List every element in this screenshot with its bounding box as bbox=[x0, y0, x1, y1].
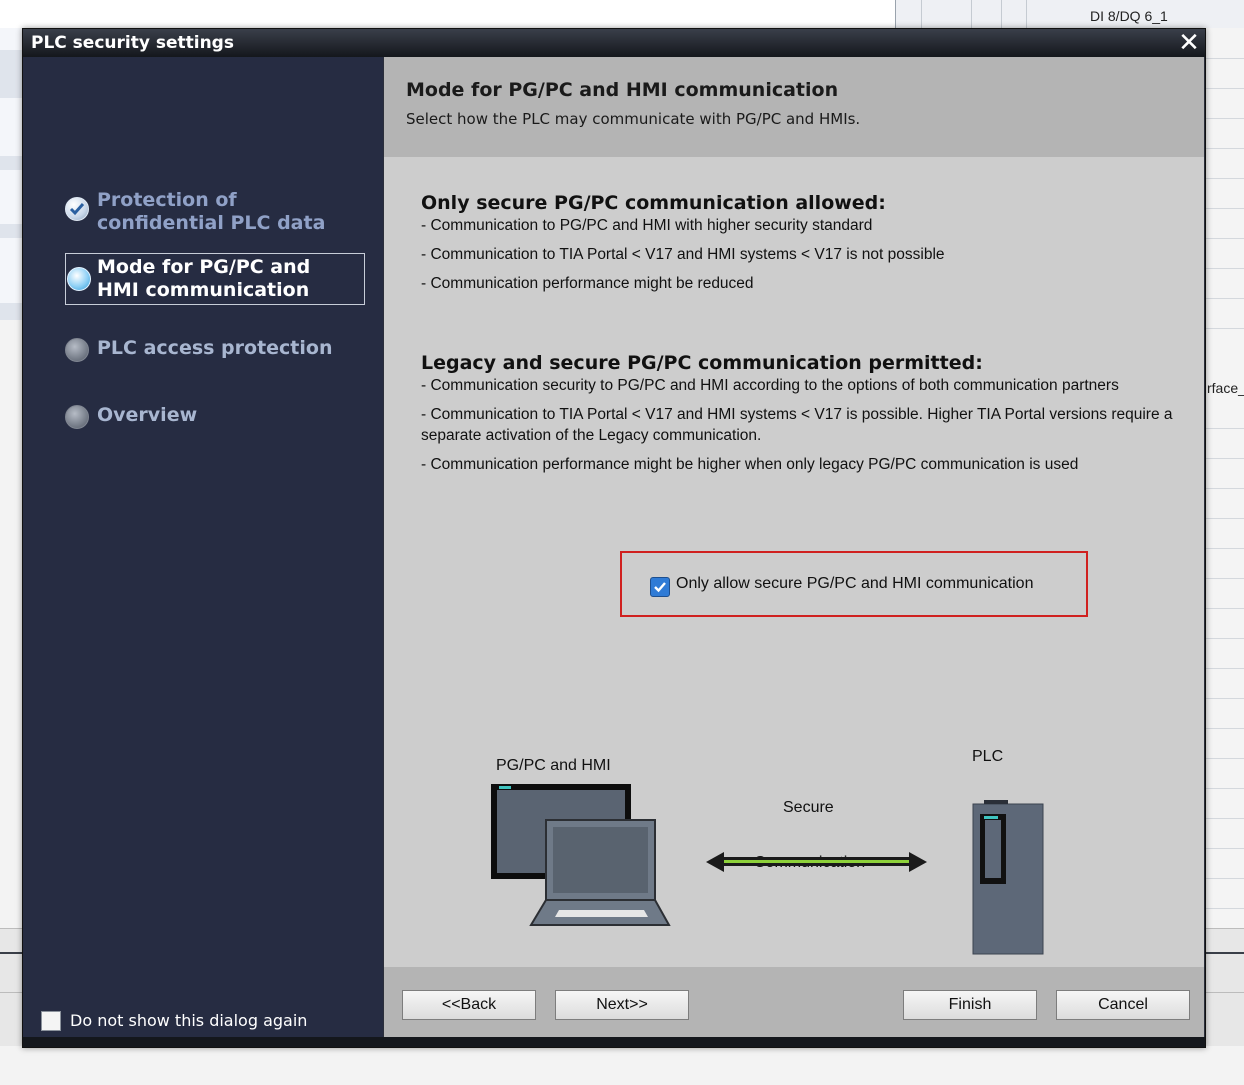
nav-item-label: PLC access protection bbox=[97, 337, 333, 359]
active-step-icon bbox=[67, 267, 91, 291]
secure-line: - Communication to TIA Portal < V17 and … bbox=[421, 246, 945, 263]
wizard-navigation: Protection of confidential PLC data Mode… bbox=[23, 57, 383, 1047]
nav-item-overview[interactable]: Overview bbox=[65, 404, 365, 434]
nav-item-communication-mode[interactable]: Mode for PG/PC and HMI communication bbox=[65, 253, 365, 305]
check-icon bbox=[65, 197, 89, 221]
secure-only-checkbox[interactable] bbox=[650, 577, 670, 597]
back-button[interactable]: <<Back bbox=[402, 990, 536, 1020]
dialog-bottom-strip bbox=[23, 1037, 1205, 1047]
content-panel: Mode for PG/PC and HMI communication Sel… bbox=[384, 57, 1204, 967]
close-button[interactable]: ✕ bbox=[1177, 30, 1201, 56]
background-table-header bbox=[895, 0, 1244, 28]
close-icon: ✕ bbox=[1178, 28, 1200, 58]
secure-only-highlight: Only allow secure PG/PC and HMI communic… bbox=[620, 551, 1088, 617]
dialog-footer: <<Back Next>> Finish Cancel bbox=[384, 967, 1204, 1037]
nav-item-protection[interactable]: Protection of confidential PLC data bbox=[65, 189, 365, 239]
page-title: Mode for PG/PC and HMI communication bbox=[406, 79, 839, 101]
secure-only-label: Only allow secure PG/PC and HMI communic… bbox=[676, 575, 1034, 592]
content-header: Mode for PG/PC and HMI communication Sel… bbox=[384, 57, 1204, 157]
finish-button[interactable]: Finish bbox=[903, 990, 1037, 1020]
pending-step-icon bbox=[65, 405, 89, 429]
dont-show-checkbox[interactable] bbox=[41, 1011, 61, 1031]
legacy-line: - Communication security to PG/PC and HM… bbox=[421, 377, 1119, 394]
secure-communication-arrow bbox=[706, 852, 927, 872]
legacy-section: Legacy and secure PG/PC communication pe… bbox=[421, 352, 1181, 483]
nav-item-label: Protection of confidential PLC data bbox=[97, 189, 326, 234]
background-table-cell: DI 8/DQ 6_1 bbox=[1090, 8, 1168, 24]
dialog-title: PLC security settings bbox=[31, 33, 234, 53]
nav-item-access-protection[interactable]: PLC access protection bbox=[65, 337, 365, 367]
secure-heading: Only secure PG/PC communication allowed: bbox=[421, 192, 886, 214]
cancel-button[interactable]: Cancel bbox=[1056, 990, 1190, 1020]
diagram-graphics bbox=[491, 784, 1044, 955]
legacy-line: - Communication performance might be hig… bbox=[421, 456, 1079, 473]
background-left-panel bbox=[0, 28, 23, 320]
laptop-icon bbox=[529, 819, 671, 926]
nav-item-label: Mode for PG/PC and HMI communication bbox=[97, 256, 311, 301]
secure-line: - Communication performance might be red… bbox=[421, 275, 754, 292]
plc-security-dialog: PLC security settings ✕ Protection of co… bbox=[22, 28, 1206, 1048]
plc-device-icon bbox=[972, 800, 1044, 955]
page-subtitle: Select how the PLC may communicate with … bbox=[406, 110, 861, 128]
background-right-panel bbox=[1204, 28, 1244, 928]
communication-diagram: PG/PC and HMI PLC Secure Communication bbox=[384, 727, 1204, 967]
dialog-titlebar: PLC security settings ✕ bbox=[23, 29, 1205, 57]
pending-step-icon bbox=[65, 338, 89, 362]
nav-item-label: Overview bbox=[97, 404, 198, 426]
background-right-label: rface_ bbox=[1207, 380, 1244, 396]
legacy-line: - Communication to TIA Portal < V17 and … bbox=[421, 406, 1173, 444]
checkmark-icon bbox=[654, 582, 666, 593]
dont-show-label: Do not show this dialog again bbox=[70, 1011, 308, 1030]
secure-section: Only secure PG/PC communication allowed:… bbox=[421, 192, 1181, 302]
next-button[interactable]: Next>> bbox=[555, 990, 689, 1020]
secure-line: - Communication to PG/PC and HMI with hi… bbox=[421, 217, 873, 234]
legacy-heading: Legacy and secure PG/PC communication pe… bbox=[421, 352, 983, 374]
